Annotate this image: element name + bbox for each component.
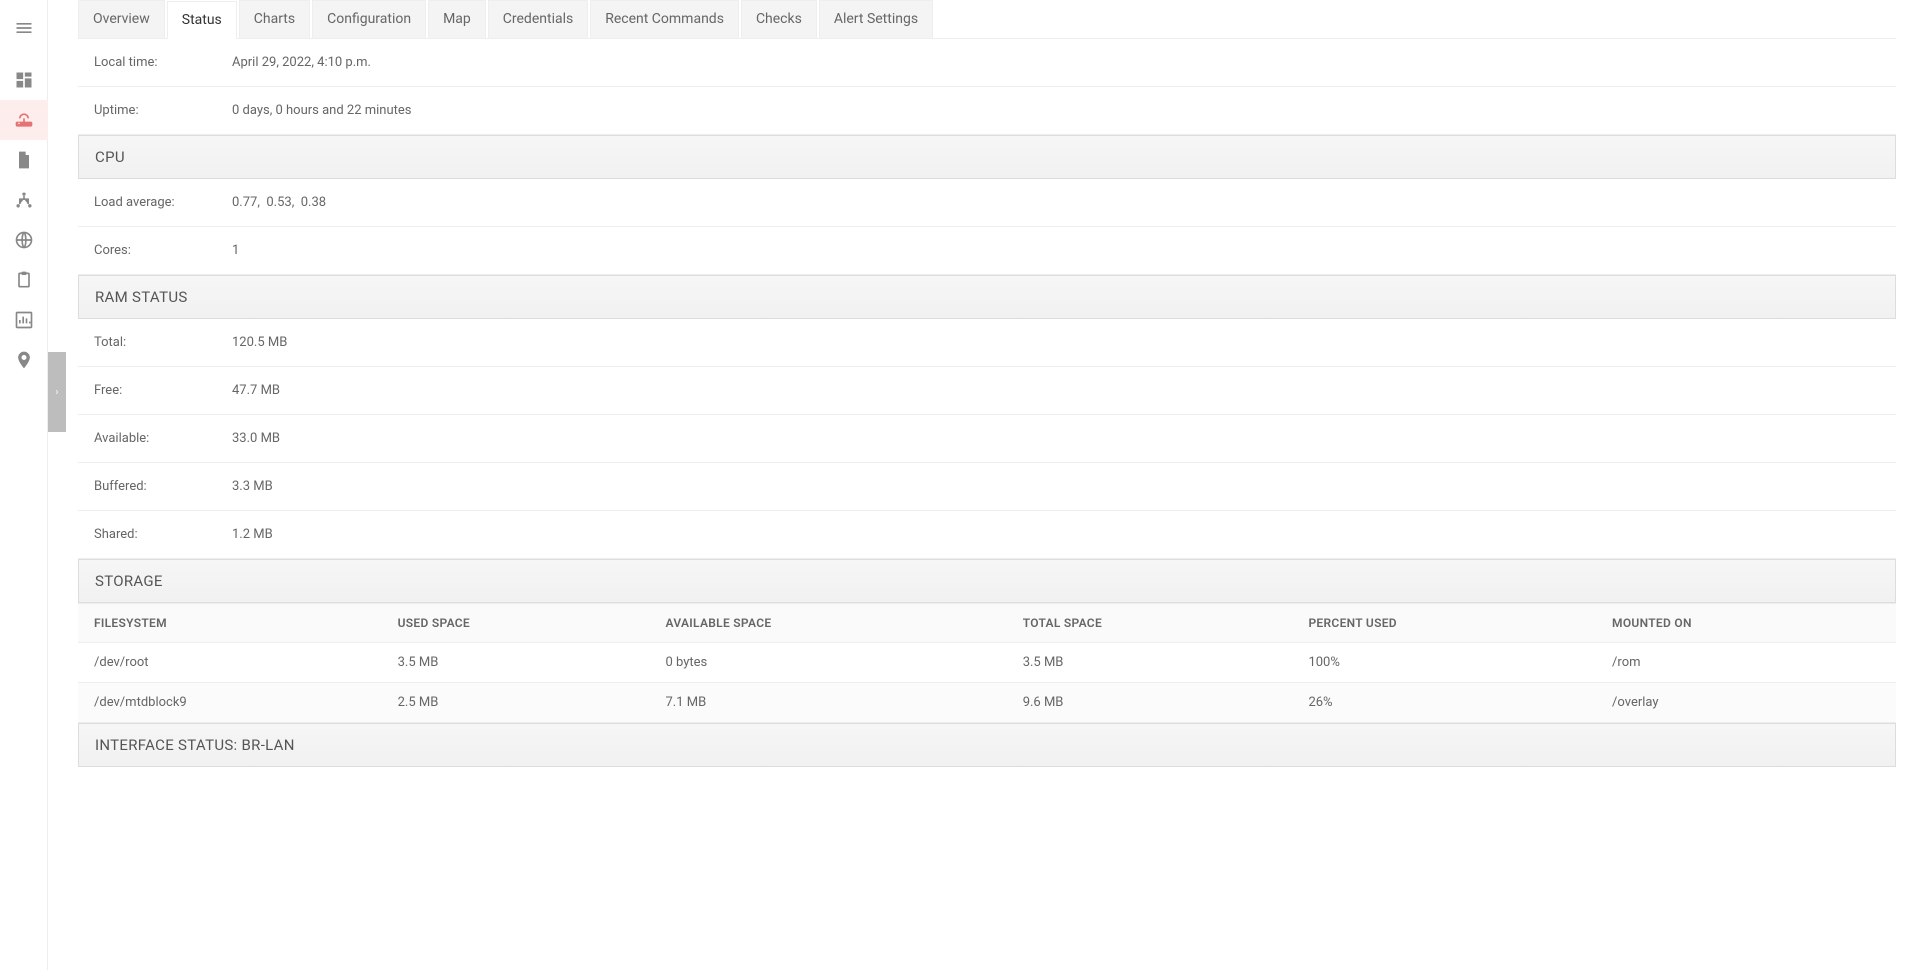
col-percent-used: PERCENT USED bbox=[1308, 616, 1612, 630]
row-ram-available: Available: 33.0 MB bbox=[78, 415, 1896, 463]
label-ram-free: Free: bbox=[94, 383, 232, 398]
label-ram-shared: Shared: bbox=[94, 527, 232, 542]
col-used-space: USED SPACE bbox=[398, 616, 666, 630]
label-local-time: Local time: bbox=[94, 55, 232, 70]
cell-avail: 7.1 MB bbox=[666, 695, 1023, 710]
value-ram-buffered: 3.3 MB bbox=[232, 479, 273, 494]
menu-icon[interactable] bbox=[0, 8, 48, 48]
value-load-average: 0.77, 0.53, 0.38 bbox=[232, 195, 326, 210]
storage-table: FILESYSTEM USED SPACE AVAILABLE SPACE TO… bbox=[78, 603, 1896, 723]
row-ram-shared: Shared: 1.2 MB bbox=[78, 511, 1896, 559]
tab-overview[interactable]: Overview bbox=[78, 0, 165, 38]
storage-row: /dev/root 3.5 MB 0 bytes 3.5 MB 100% /ro… bbox=[78, 643, 1896, 683]
chart-icon[interactable] bbox=[0, 300, 48, 340]
cell-fs: /dev/mtdblock9 bbox=[94, 695, 398, 710]
section-header-ram: RAM STATUS bbox=[78, 275, 1896, 319]
tab-credentials[interactable]: Credentials bbox=[488, 0, 588, 38]
label-load-average: Load average: bbox=[94, 195, 232, 210]
value-cores: 1 bbox=[232, 243, 239, 258]
section-header-storage: STORAGE bbox=[78, 559, 1896, 603]
cell-pct: 26% bbox=[1308, 695, 1612, 710]
tab-checks[interactable]: Checks bbox=[741, 0, 817, 38]
row-ram-total: Total: 120.5 MB bbox=[78, 319, 1896, 367]
col-available-space: AVAILABLE SPACE bbox=[666, 616, 1023, 630]
tab-bar: Overview Status Charts Configuration Map… bbox=[78, 0, 1896, 39]
file-icon[interactable] bbox=[0, 140, 48, 180]
tab-configuration[interactable]: Configuration bbox=[312, 0, 426, 38]
value-ram-available: 33.0 MB bbox=[232, 431, 280, 446]
tab-alert-settings[interactable]: Alert Settings bbox=[819, 0, 933, 38]
dashboard-icon[interactable] bbox=[0, 60, 48, 100]
value-uptime: 0 days, 0 hours and 22 minutes bbox=[232, 103, 412, 118]
row-local-time: Local time: April 29, 2022, 4:10 p.m. bbox=[78, 39, 1896, 87]
label-uptime: Uptime: bbox=[94, 103, 232, 118]
location-icon[interactable] bbox=[0, 340, 48, 380]
storage-row: /dev/mtdblock9 2.5 MB 7.1 MB 9.6 MB 26% … bbox=[78, 683, 1896, 723]
row-ram-buffered: Buffered: 3.3 MB bbox=[78, 463, 1896, 511]
clipboard-icon[interactable] bbox=[0, 260, 48, 300]
section-header-interface: INTERFACE STATUS: BR-LAN bbox=[78, 723, 1896, 767]
sidebar-rail bbox=[0, 0, 48, 970]
col-total-space: TOTAL SPACE bbox=[1023, 616, 1309, 630]
cell-mount: /rom bbox=[1612, 655, 1880, 670]
row-load-average: Load average: 0.77, 0.53, 0.38 bbox=[78, 179, 1896, 227]
value-local-time: April 29, 2022, 4:10 p.m. bbox=[232, 55, 371, 70]
cell-mount: /overlay bbox=[1612, 695, 1880, 710]
tab-recent-commands[interactable]: Recent Commands bbox=[590, 0, 739, 38]
cell-used: 2.5 MB bbox=[398, 695, 666, 710]
row-ram-free: Free: 47.7 MB bbox=[78, 367, 1896, 415]
router-icon[interactable] bbox=[0, 100, 48, 140]
cell-avail: 0 bytes bbox=[666, 655, 1023, 670]
cell-total: 9.6 MB bbox=[1023, 695, 1309, 710]
network-icon[interactable] bbox=[0, 180, 48, 220]
value-ram-shared: 1.2 MB bbox=[232, 527, 273, 542]
row-cores: Cores: 1 bbox=[78, 227, 1896, 275]
cell-total: 3.5 MB bbox=[1023, 655, 1309, 670]
sidebar-expand-handle[interactable]: › bbox=[48, 352, 66, 432]
label-cores: Cores: bbox=[94, 243, 232, 258]
tab-map[interactable]: Map bbox=[428, 0, 486, 38]
storage-table-header: FILESYSTEM USED SPACE AVAILABLE SPACE TO… bbox=[78, 604, 1896, 643]
tab-charts[interactable]: Charts bbox=[239, 0, 310, 38]
col-mounted-on: MOUNTED ON bbox=[1612, 616, 1880, 630]
label-ram-buffered: Buffered: bbox=[94, 479, 232, 494]
globe-icon[interactable] bbox=[0, 220, 48, 260]
col-filesystem: FILESYSTEM bbox=[94, 616, 398, 630]
cell-pct: 100% bbox=[1308, 655, 1612, 670]
main-content: Overview Status Charts Configuration Map… bbox=[66, 0, 1908, 807]
cell-used: 3.5 MB bbox=[398, 655, 666, 670]
cell-fs: /dev/root bbox=[94, 655, 398, 670]
label-ram-available: Available: bbox=[94, 431, 232, 446]
value-ram-free: 47.7 MB bbox=[232, 383, 280, 398]
value-ram-total: 120.5 MB bbox=[232, 335, 287, 350]
label-ram-total: Total: bbox=[94, 335, 232, 350]
section-header-cpu: CPU bbox=[78, 135, 1896, 179]
row-uptime: Uptime: 0 days, 0 hours and 22 minutes bbox=[78, 87, 1896, 135]
tab-status[interactable]: Status bbox=[167, 1, 237, 39]
